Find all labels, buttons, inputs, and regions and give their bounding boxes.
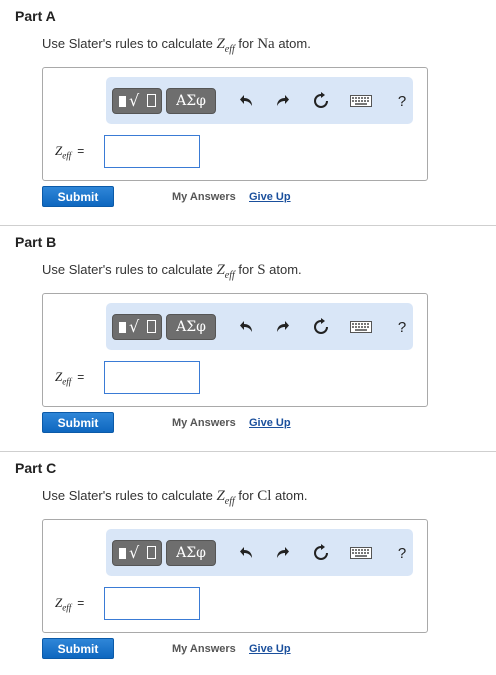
reset-button[interactable] <box>310 541 332 565</box>
element-symbol: Cl <box>257 488 272 504</box>
keyboard-button[interactable] <box>350 89 372 113</box>
templates-icon <box>119 96 126 107</box>
templates-icon <box>119 322 126 333</box>
keyboard-button[interactable] <box>350 541 372 565</box>
templates-icon <box>119 548 126 559</box>
keyboard-icon <box>350 547 372 559</box>
help-icon: ? <box>397 544 407 562</box>
part-title: Part C <box>15 460 57 476</box>
give-up-link[interactable]: Give Up <box>249 191 291 203</box>
radical-icon: √ <box>129 543 140 562</box>
math-toolbar: √ ΑΣφ ? <box>106 303 413 350</box>
reset-button[interactable] <box>310 89 332 113</box>
radical-icon: √ <box>129 317 140 336</box>
help-button[interactable]: ? <box>391 89 413 113</box>
help-button[interactable]: ? <box>391 315 413 339</box>
answer-label: Zeff = <box>55 595 85 613</box>
my-answers-link[interactable]: My Answers <box>172 643 236 655</box>
radical-icon: √ <box>129 91 140 110</box>
answer-input[interactable] <box>104 361 200 394</box>
z-eff-symbol: Zeff <box>216 36 235 55</box>
submit-button[interactable]: Submit <box>42 638 114 659</box>
answer-input[interactable] <box>104 135 200 168</box>
divider <box>0 225 496 226</box>
reset-icon <box>314 318 328 334</box>
redo-button[interactable] <box>271 89 293 113</box>
part-b: Part B Use Slater's rules to calculate Z… <box>0 234 496 444</box>
greek-symbols-button[interactable]: ΑΣφ <box>166 314 216 340</box>
z-eff-symbol: Zeff <box>216 262 235 281</box>
answer-label: Zeff = <box>55 369 85 387</box>
templates-button[interactable]: √ <box>112 314 162 340</box>
my-answers-link[interactable]: My Answers <box>172 417 236 429</box>
help-icon: ? <box>397 92 407 110</box>
undo-icon <box>240 95 252 106</box>
keyboard-icon <box>350 321 372 333</box>
part-c: Part C Use Slater's rules to calculate Z… <box>0 460 496 670</box>
redo-icon <box>277 547 289 558</box>
help-icon: ? <box>397 318 407 336</box>
keyboard-icon <box>350 95 372 107</box>
answer-label: Zeff = <box>55 143 85 161</box>
question-text: Use Slater's rules to calculate Zeff for… <box>42 36 311 55</box>
answer-box: √ ΑΣφ ? Zeff = <box>42 519 428 633</box>
answer-input[interactable] <box>104 587 200 620</box>
give-up-link[interactable]: Give Up <box>249 643 291 655</box>
undo-icon <box>240 321 252 332</box>
keyboard-button[interactable] <box>350 315 372 339</box>
question-text: Use Slater's rules to calculate Zeff for… <box>42 262 302 281</box>
undo-icon <box>240 547 252 558</box>
math-toolbar: √ ΑΣφ ? <box>106 529 413 576</box>
templates-button[interactable]: √ <box>112 88 162 114</box>
element-symbol: Na <box>257 36 275 52</box>
redo-icon <box>277 321 289 332</box>
part-title: Part A <box>15 8 56 24</box>
submit-button[interactable]: Submit <box>42 412 114 433</box>
help-button[interactable]: ? <box>391 541 413 565</box>
submit-button[interactable]: Submit <box>42 186 114 207</box>
give-up-link[interactable]: Give Up <box>249 417 291 429</box>
greek-symbols-button[interactable]: ΑΣφ <box>166 88 216 114</box>
part-title: Part B <box>15 234 57 250</box>
reset-icon <box>314 92 328 108</box>
redo-button[interactable] <box>271 541 293 565</box>
redo-button[interactable] <box>271 315 293 339</box>
math-toolbar: √ ΑΣφ ? <box>106 77 413 124</box>
greek-symbols-button[interactable]: ΑΣφ <box>166 540 216 566</box>
part-a: Part A Use Slater's rules to calculate Z… <box>0 8 496 218</box>
reset-icon <box>314 544 328 560</box>
undo-button[interactable] <box>236 315 258 339</box>
divider <box>0 451 496 452</box>
templates-button[interactable]: √ <box>112 540 162 566</box>
redo-icon <box>277 95 289 106</box>
reset-button[interactable] <box>310 315 332 339</box>
element-symbol: S <box>257 262 266 278</box>
answer-box: √ ΑΣφ ? Zeff = <box>42 67 428 181</box>
answer-box: √ ΑΣφ ? Zeff = <box>42 293 428 407</box>
my-answers-link[interactable]: My Answers <box>172 191 236 203</box>
question-text: Use Slater's rules to calculate Zeff for… <box>42 488 308 507</box>
undo-button[interactable] <box>236 541 258 565</box>
undo-button[interactable] <box>236 89 258 113</box>
z-eff-symbol: Zeff <box>216 488 235 507</box>
